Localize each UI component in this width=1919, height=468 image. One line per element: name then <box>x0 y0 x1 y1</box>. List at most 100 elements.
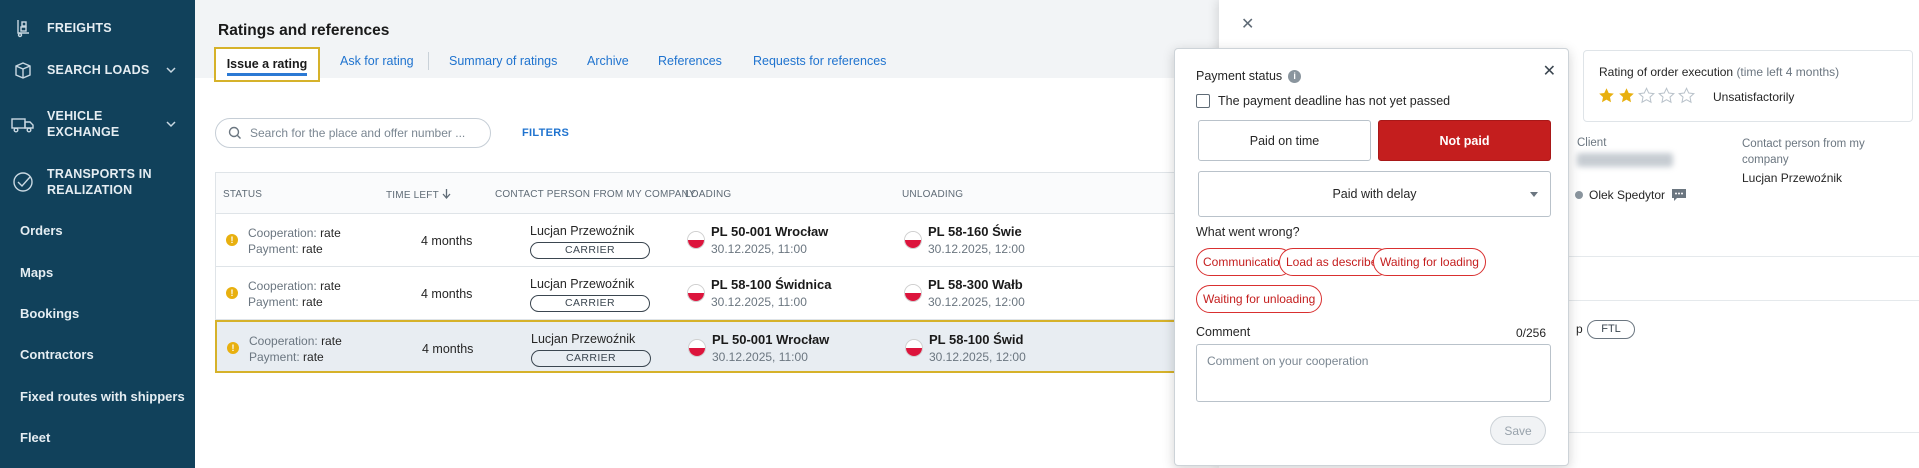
sidebar-item-label: FREIGHTS <box>47 21 112 35</box>
table-row-selected[interactable]: ! Cooperation: rate Payment: rate 4 mont… <box>215 320 1215 373</box>
sidebar: FREIGHTS SEARCH LOADS VEHICLE EXCHANGE T… <box>0 0 195 468</box>
tab-label: Issue a rating <box>226 57 308 76</box>
sidebar-item-contractors[interactable]: Contractors <box>20 347 94 362</box>
tab-summary-of-ratings[interactable]: Summary of ratings <box>449 54 557 68</box>
order-rating-time: (time left 4 months) <box>1736 65 1840 79</box>
payment-status-popover: ✕ Payment status i The payment deadline … <box>1174 48 1569 466</box>
status-cell: Cooperation: rate Payment: rate <box>248 278 341 310</box>
payment-label: Payment: <box>248 242 299 256</box>
client-person-name: Olek Spedytor <box>1589 188 1666 202</box>
comment-label: Comment <box>1196 325 1251 339</box>
sidebar-item-transports[interactable]: TRANSPORTS IN REALIZATION <box>0 164 195 200</box>
sidebar-item-fleet[interactable]: Fleet <box>20 430 50 445</box>
status-cell: Cooperation: rate Payment: rate <box>248 225 341 257</box>
poland-flag-icon <box>904 284 922 302</box>
unloading-place: PL 58-300 Wałb <box>928 277 1023 292</box>
order-rating-title-text: Rating of order execution <box>1599 65 1734 79</box>
star-empty-icon[interactable] <box>1638 87 1655 104</box>
contact-label: Contact person from my company <box>1742 138 1865 166</box>
table-row[interactable]: ! Cooperation: rate Payment: rate 4 mont… <box>215 214 1215 267</box>
header-loading[interactable]: LOADING <box>685 189 731 200</box>
warning-icon: ! <box>227 342 239 354</box>
cooperation-label: Cooperation: <box>249 334 318 348</box>
what-went-wrong-label: What went wrong? <box>1196 225 1300 239</box>
star-empty-icon[interactable] <box>1678 87 1695 104</box>
sidebar-item-fixed-routes[interactable]: Fixed routes with shippers <box>20 389 185 404</box>
not-paid-button[interactable]: Not paid <box>1378 120 1551 161</box>
ratings-table: STATUS TIME LEFT CONTACT PERSON FROM MY … <box>215 172 1215 373</box>
payment-value: rate <box>302 242 323 256</box>
star-filled-icon[interactable] <box>1598 87 1615 104</box>
sidebar-item-bookings[interactable]: Bookings <box>20 306 79 321</box>
deadline-checkbox-row[interactable]: The payment deadline has not yet passed <box>1196 94 1450 108</box>
comment-textarea[interactable] <box>1196 344 1551 402</box>
chevron-down-icon[interactable] <box>165 118 177 130</box>
time-left: 4 months <box>422 342 474 356</box>
comment-counter: 0/256 <box>1515 326 1546 340</box>
deadline-label: The payment deadline has not yet passed <box>1218 94 1451 108</box>
chat-icon[interactable] <box>1671 188 1687 202</box>
star-filled-icon[interactable] <box>1618 87 1635 104</box>
star-rating[interactable] <box>1598 87 1695 104</box>
tab-divider <box>428 52 429 70</box>
sidebar-item-search-loads[interactable]: SEARCH LOADS <box>0 57 195 83</box>
tab-references[interactable]: References <box>658 54 722 68</box>
client-name-blurred <box>1577 153 1673 167</box>
contact-name: Lucjan Przewoźnik <box>531 332 636 346</box>
star-empty-icon[interactable] <box>1658 87 1675 104</box>
ftl-badge: FTL <box>1587 320 1635 339</box>
header-contact-person[interactable]: CONTACT PERSON FROM MY COMPANY <box>495 189 696 200</box>
truck-icon <box>10 111 36 137</box>
filters-button[interactable]: FILTERS <box>522 127 569 139</box>
role-badge: CARRIER <box>530 295 650 312</box>
box-icon <box>10 57 36 83</box>
divider <box>1535 432 1919 433</box>
unloading-date: 30.12.2025, 12:00 <box>929 350 1026 364</box>
check-circle-icon <box>10 169 36 195</box>
chevron-down-icon[interactable] <box>165 64 177 76</box>
text-fragment: p <box>1576 322 1583 336</box>
payment-value: rate <box>303 350 324 364</box>
time-left: 4 months <box>421 234 473 248</box>
tab-issue-a-rating[interactable]: Issue a rating <box>214 47 320 82</box>
status-dot-icon <box>1575 191 1583 199</box>
cooperation-label: Cooperation: <box>248 226 317 240</box>
cooperation-value: rate <box>320 226 341 240</box>
poland-flag-icon <box>687 231 705 249</box>
unloading-place: PL 58-100 Świd <box>929 332 1024 347</box>
tab-archive[interactable]: Archive <box>587 54 629 68</box>
paid-with-delay-select[interactable]: Paid with delay <box>1198 171 1551 217</box>
chip-waiting-for-loading[interactable]: Waiting for loading <box>1373 248 1486 276</box>
sidebar-item-maps[interactable]: Maps <box>20 265 53 280</box>
header-time-left[interactable]: TIME LEFT <box>386 189 451 201</box>
poland-flag-icon <box>905 339 923 357</box>
sidebar-item-freights[interactable]: FREIGHTS <box>0 15 195 41</box>
page-title: Ratings and references <box>218 22 390 39</box>
contact-name: Lucjan Przewoźnik <box>530 224 635 238</box>
header-unloading[interactable]: UNLOADING <box>902 189 963 200</box>
time-left: 4 months <box>421 287 473 301</box>
deadline-checkbox[interactable] <box>1196 94 1210 108</box>
close-icon[interactable]: ✕ <box>1543 61 1556 81</box>
header-status[interactable]: STATUS <box>223 189 262 200</box>
paid-on-time-button[interactable]: Paid on time <box>1198 120 1371 161</box>
tab-requests-for-references[interactable]: Requests for references <box>753 54 886 68</box>
table-row[interactable]: ! Cooperation: rate Payment: rate 4 mont… <box>215 267 1215 320</box>
tab-ask-for-rating[interactable]: Ask for rating <box>340 54 414 68</box>
search-icon <box>228 126 241 139</box>
unloading-date: 30.12.2025, 12:00 <box>928 242 1025 256</box>
loading-place: PL 50-001 Wrocław <box>712 332 830 347</box>
contact-value: Lucjan Przewoźnik <box>1742 171 1843 185</box>
search-input[interactable] <box>250 126 480 140</box>
chip-waiting-for-unloading[interactable]: Waiting for unloading <box>1196 285 1323 313</box>
payment-status-title: Payment status <box>1196 69 1283 83</box>
save-button[interactable]: Save <box>1490 416 1546 445</box>
sidebar-item-label: SEARCH LOADS <box>47 63 150 77</box>
sidebar-item-orders[interactable]: Orders <box>20 223 63 238</box>
unloading-date: 30.12.2025, 12:00 <box>928 295 1025 309</box>
status-cell: Cooperation: rate Payment: rate <box>249 333 342 365</box>
order-rating-card: Rating of order execution (time left 4 m… <box>1583 50 1913 122</box>
close-icon[interactable]: ✕ <box>1241 14 1257 33</box>
info-icon[interactable]: i <box>1288 69 1302 83</box>
sidebar-item-vehicle-exchange[interactable]: VEHICLE EXCHANGE <box>0 106 195 142</box>
